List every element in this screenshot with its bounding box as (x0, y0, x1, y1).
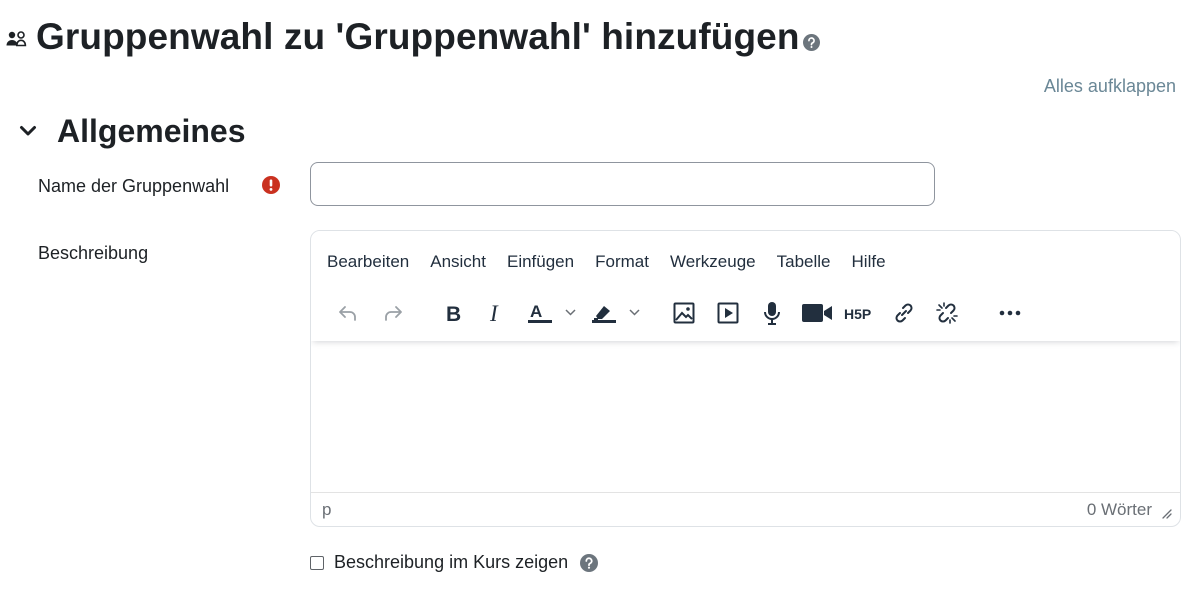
rich-text-editor: Bearbeiten Ansicht Einfügen Format Werkz… (310, 230, 1181, 527)
undo-button[interactable] (335, 299, 361, 327)
expand-all-link[interactable]: Alles aufklappen (1044, 76, 1176, 97)
h5p-label: H5P (844, 306, 871, 322)
show-description-checkbox[interactable] (310, 555, 324, 570)
more-button[interactable] (995, 299, 1025, 327)
editor-menubar: Bearbeiten Ansicht Einfügen Format Werkz… (327, 250, 907, 274)
h5p-button[interactable]: H5P (843, 299, 877, 327)
unlink-button[interactable] (934, 299, 960, 327)
record-video-button[interactable] (800, 299, 834, 327)
menu-format[interactable]: Format (595, 250, 649, 274)
editor-content-area[interactable] (311, 343, 1180, 495)
h5p-icon: H5P (844, 306, 871, 322)
image-icon (673, 302, 695, 324)
exclamation-circle-icon (262, 176, 280, 194)
media-button[interactable] (715, 299, 741, 327)
link-button[interactable] (891, 299, 917, 327)
chevron-down-icon (20, 126, 36, 136)
section-title: Allgemeines (57, 113, 246, 149)
editor-statusbar: p 0 Wörter (311, 492, 1180, 526)
menu-tabelle[interactable]: Tabelle (777, 250, 831, 274)
redo-icon (385, 306, 402, 321)
description-label: Beschreibung (38, 243, 149, 263)
microphone-icon (764, 302, 780, 325)
element-path[interactable]: p (322, 500, 331, 520)
video-camera-icon (802, 304, 832, 322)
undo-icon (339, 306, 356, 321)
menu-einfuegen[interactable]: Einfügen (507, 250, 574, 274)
bold-button[interactable]: B (440, 299, 466, 327)
unlink-icon (936, 302, 958, 324)
image-button[interactable] (671, 299, 697, 327)
menu-hilfe[interactable]: Hilfe (852, 250, 886, 274)
menu-bearbeiten[interactable]: Bearbeiten (327, 250, 409, 274)
bold-icon: B (446, 303, 461, 324)
name-label: Name der Gruppenwahl (38, 176, 230, 196)
record-audio-button[interactable] (759, 299, 785, 327)
word-count[interactable]: 0 Wörter (1087, 500, 1152, 520)
highlight-color-button[interactable] (590, 299, 646, 327)
users-icon (6, 31, 27, 47)
italic-button[interactable]: I (483, 299, 509, 327)
svg-text:B: B (446, 303, 461, 324)
media-icon (717, 302, 739, 324)
resize-handle-icon[interactable] (1160, 507, 1172, 519)
svg-text:A: A (530, 302, 542, 321)
text-color-button[interactable]: A (526, 299, 580, 327)
redo-button[interactable] (380, 299, 406, 327)
show-description-row: Beschreibung im Kurs zeigen (310, 552, 599, 573)
text-color-icon: A (528, 302, 576, 323)
show-description-label[interactable]: Beschreibung im Kurs zeigen (334, 552, 568, 573)
page-header: Gruppenwahl zu 'Gruppenwahl' hinzufügen (6, 14, 820, 60)
more-icon (999, 310, 1021, 316)
question-circle-icon[interactable] (580, 553, 599, 572)
question-circle-icon[interactable] (802, 33, 820, 51)
name-input[interactable] (310, 162, 935, 206)
link-icon (895, 303, 913, 323)
menu-ansicht[interactable]: Ansicht (430, 250, 486, 274)
svg-text:I: I (489, 302, 499, 324)
section-header-allgemeines[interactable]: Allgemeines (18, 110, 246, 152)
italic-icon: I (489, 302, 499, 324)
page-title: Gruppenwahl zu 'Gruppenwahl' hinzufügen (36, 16, 800, 57)
highlight-color-icon (592, 306, 640, 323)
menu-werkzeuge[interactable]: Werkzeuge (670, 250, 756, 274)
